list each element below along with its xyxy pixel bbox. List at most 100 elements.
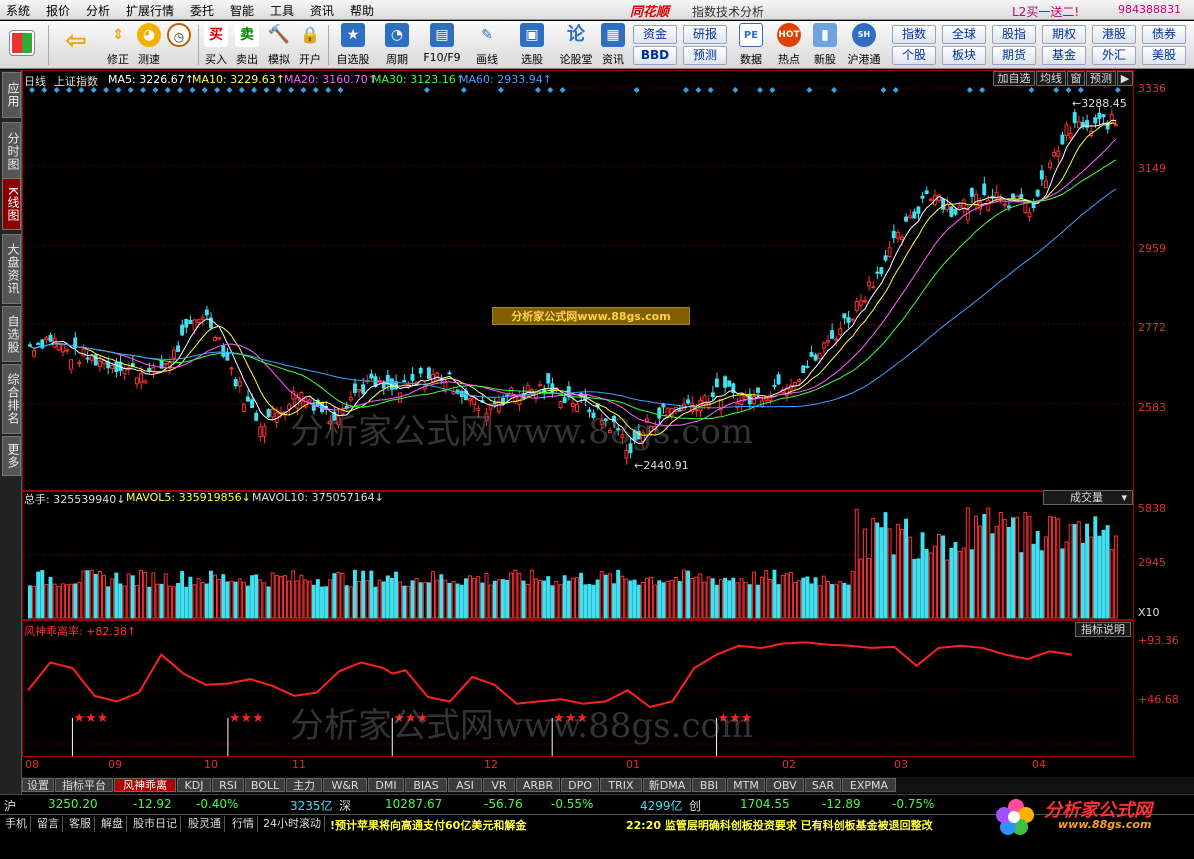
chart-canvas[interactable]: ★★★ ★★★ ★★★ ★★★ ★★★	[22, 70, 1194, 776]
sz-value[interactable]: 10287.67	[385, 797, 442, 811]
side-tab-kline[interactable]: K线图	[2, 178, 21, 230]
index-button[interactable]: 指数	[892, 25, 936, 44]
speed-test-button[interactable]: ◕ 测速	[134, 23, 164, 67]
new-stock-button[interactable]: ▮ 新股	[808, 23, 842, 67]
watchlist-button[interactable]: ★ 自选股	[333, 23, 373, 67]
tab-bbi[interactable]: BBI	[692, 778, 726, 792]
global-button[interactable]: 全球	[942, 25, 986, 44]
tab-wr[interactable]: W&R	[323, 778, 367, 792]
menu-system[interactable]: 系统	[6, 2, 30, 19]
tab-rsi[interactable]: RSI	[212, 778, 244, 792]
expand-icon[interactable]: ▶	[1117, 71, 1133, 86]
futures-button[interactable]: 期货	[992, 46, 1036, 65]
funds-button[interactable]: 基金	[1042, 46, 1086, 65]
hot-button[interactable]: HOT 热点	[772, 23, 806, 67]
menu-quote[interactable]: 报价	[46, 2, 70, 19]
stock-select-button[interactable]: ▣ 选股	[512, 23, 552, 67]
forum-button[interactable]: 论 论股堂	[556, 23, 596, 67]
menu-help[interactable]: 帮助	[350, 2, 374, 19]
hk-connect-button[interactable]: SH HK 沪港通	[844, 23, 884, 67]
tab-kdj[interactable]: KDJ	[177, 778, 211, 792]
open-account-button[interactable]: 🔒 开户	[296, 23, 324, 67]
sh-value[interactable]: 3250.20	[48, 797, 98, 811]
quotes-button[interactable]: 行情	[229, 816, 258, 832]
commentary-button[interactable]: 解盘	[98, 816, 127, 832]
tab-main-force[interactable]: 主力	[286, 778, 322, 792]
menu-order[interactable]: 委托	[190, 2, 214, 19]
news-button[interactable]: ▦ 资讯	[598, 23, 628, 67]
gulingtong-button[interactable]: 股灵通	[185, 816, 225, 832]
simulate-button[interactable]: 🔨 模拟	[265, 23, 293, 67]
tab-fengshen[interactable]: 风神乖离	[114, 778, 176, 792]
f10-button[interactable]: ▤ F10/F9	[420, 23, 464, 67]
chart-area[interactable]: ★★★ ★★★ ★★★ ★★★ ★★★ 日线 上证指数 MA5: 3226.67↑ MA…	[22, 70, 1194, 776]
stock-index-futures-button[interactable]: 股指	[992, 25, 1036, 44]
forecast-toggle-button[interactable]: 预测	[1086, 71, 1116, 86]
side-tab-more[interactable]: 更多	[2, 436, 21, 476]
tab-dmi[interactable]: DMI	[368, 778, 404, 792]
news-ticker-2[interactable]: 22:20 监管层明确科创板投资要求 已有科创板基金被退回整改	[626, 817, 933, 833]
service-button[interactable]: 客服	[66, 816, 95, 832]
tab-arbr[interactable]: ARBR	[516, 778, 560, 792]
sell-button[interactable]: 卖 卖出	[233, 23, 261, 67]
side-tab-watchlist[interactable]: 自选股	[2, 306, 21, 362]
menu-smart[interactable]: 智能	[230, 2, 254, 19]
tab-mtm[interactable]: MTM	[727, 778, 765, 792]
menu-news[interactable]: 资讯	[310, 2, 334, 19]
news-ticker-1[interactable]: !预计苹果将向高通支付60亿美元和解金	[330, 817, 526, 833]
tab-settings[interactable]: 设置	[22, 778, 54, 792]
mobile-button[interactable]: 手机	[2, 816, 31, 832]
candle-body	[217, 337, 222, 340]
bonds-button[interactable]: 债券	[1142, 25, 1186, 44]
promo-link[interactable]: L2买一送二!	[1012, 3, 1079, 20]
hk-stocks-button[interactable]: 港股	[1092, 25, 1136, 44]
tab-new-dma[interactable]: 新DMA	[643, 778, 691, 792]
fund-flow-button[interactable]: 资金	[633, 25, 677, 44]
candle-body	[262, 425, 267, 437]
correct-button[interactable]: ⇕ 修正	[103, 23, 133, 67]
tab-bias[interactable]: BIAS	[405, 778, 447, 792]
side-tab-ranking[interactable]: 综合排名	[2, 364, 21, 434]
tab-indicator-platform[interactable]: 指标平台	[55, 778, 113, 792]
tab-obv[interactable]: OBV	[766, 778, 804, 792]
research-button[interactable]: 研报	[683, 25, 727, 44]
menu-analysis[interactable]: 分析	[86, 2, 110, 19]
back-button[interactable]: ⇦	[60, 23, 92, 67]
ad-banner[interactable]: 分析家公式网www.88gs.com	[492, 307, 690, 325]
buy-button[interactable]: 买 买入	[202, 23, 230, 67]
rolling-news-button[interactable]: 24小时滚动	[260, 816, 325, 832]
diary-button[interactable]: 股市日记	[130, 816, 181, 832]
tab-dpo[interactable]: DPO	[561, 778, 599, 792]
grid-button[interactable]	[6, 23, 38, 67]
indicator-info-button[interactable]: 指标说明	[1075, 622, 1131, 637]
bbd-button[interactable]: BBD	[633, 46, 677, 65]
side-tab-market-news[interactable]: 大盘资讯	[2, 234, 21, 304]
sector-button[interactable]: 板块	[942, 46, 986, 65]
forex-button[interactable]: 外汇	[1092, 46, 1136, 65]
period-button[interactable]: ◔ 周期	[378, 23, 416, 67]
volume-bar	[640, 582, 645, 619]
tab-expma[interactable]: EXPMA	[842, 778, 896, 792]
clock-button[interactable]: ◷	[164, 23, 194, 67]
menu-tools[interactable]: 工具	[270, 2, 294, 19]
tab-vr[interactable]: VR	[483, 778, 515, 792]
menu-extended-quote[interactable]: 扩展行情	[126, 2, 174, 19]
tab-trix[interactable]: TRIX	[600, 778, 642, 792]
draw-line-button[interactable]: ✎ 画线	[468, 23, 506, 67]
tab-asi[interactable]: ASI	[448, 778, 482, 792]
window-button[interactable]: 窗	[1067, 71, 1085, 86]
message-button[interactable]: 留言	[34, 816, 63, 832]
us-stocks-button[interactable]: 美股	[1142, 46, 1186, 65]
options-button[interactable]: 期权	[1042, 25, 1086, 44]
side-tab-apps[interactable]: 应用	[2, 72, 21, 118]
add-watchlist-button[interactable]: 加自选	[993, 71, 1035, 86]
forecast-button[interactable]: 预测	[683, 46, 727, 65]
tab-sar[interactable]: SAR	[805, 778, 841, 792]
ma-lines-button[interactable]: 均线	[1036, 71, 1066, 86]
data-button[interactable]: PE 数据	[734, 23, 768, 67]
individual-stock-button[interactable]: 个股	[892, 46, 936, 65]
volume-selector[interactable]: 成交量 ▾	[1043, 490, 1133, 505]
cy-value[interactable]: 1704.55	[740, 797, 790, 811]
side-tab-intraday[interactable]: 分时图	[2, 122, 21, 180]
tab-boll[interactable]: BOLL	[245, 778, 285, 792]
